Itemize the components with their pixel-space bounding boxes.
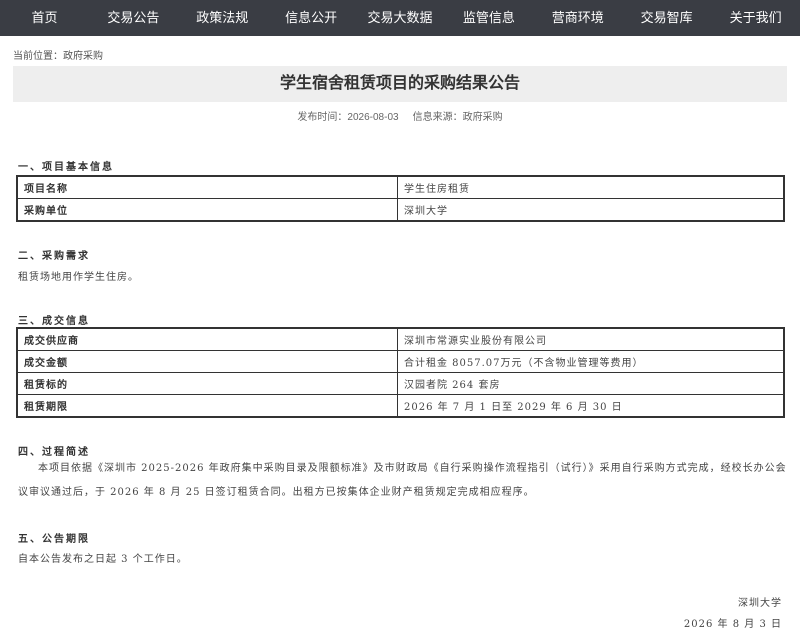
table-row: 租赁期限 2026 年 7 月 1 日至 2029 年 6 月 30 日 [17,394,784,417]
signature-org: 深圳大学 [738,598,782,609]
table-value: 汉园者院 264 套房 [397,372,784,395]
requirements-text: 租赁场地用作学生住房。 [18,272,139,283]
breadcrumb: 当前位置：政府采购 [13,47,103,62]
table-key: 租赁标的 [17,372,398,395]
nav-item-think-tank[interactable]: 交易智库 [622,0,711,36]
breadcrumb-current-link[interactable]: 政府采购 [63,51,103,62]
table-row: 成交金额 合计租金 8057.07万元（不含物业管理等费用） [17,350,784,373]
source-value: 政府采购 [462,112,503,123]
basic-info-table: 项目名称 学生住房租赁 采购单位 深圳大学 [16,175,785,222]
section-heading-deal-info: 三、成交信息 [18,316,90,327]
table-value: 深圳市常源实业股份有限公司 [397,328,784,351]
top-nav: 首页 交易公告 政策法规 信息公开 交易大数据 监管信息 营商环境 交易智库 关… [0,0,800,36]
page-title: 学生宿舍租赁项目的采购结果公告 [13,66,787,102]
article-meta: 发布时间：2026-08-03 信息来源：政府采购 [0,108,800,123]
deal-info-table: 成交供应商 深圳市常源实业股份有限公司 成交金额 合计租金 8057.07万元（… [16,327,785,418]
publish-label: 发布时间： [297,112,348,123]
process-text-content: 本项目依据《深圳市 2025-2026 年政府集中采购目录及限额标准》及市财政局… [18,463,787,498]
publish-date: 2026-08-03 [347,112,399,123]
section-heading-basic-info: 一、项目基本信息 [18,162,114,173]
section-heading-requirements: 二、采购需求 [18,251,90,262]
nav-item-business-env[interactable]: 营商环境 [533,0,622,36]
breadcrumb-prefix: 当前位置： [13,51,63,62]
table-row: 项目名称 学生住房租赁 [17,176,784,199]
source-label: 信息来源： [412,112,463,123]
table-value: 深圳大学 [397,198,784,221]
table-key: 采购单位 [17,198,398,221]
nav-item-supervision[interactable]: 监管信息 [444,0,533,36]
section-heading-process: 四、过程简述 [18,447,90,458]
table-key: 租赁期限 [17,394,398,417]
table-row: 采购单位 深圳大学 [17,198,784,221]
table-value: 合计租金 8057.07万元（不含物业管理等费用） [397,350,784,373]
table-row: 成交供应商 深圳市常源实业股份有限公司 [17,328,784,351]
table-key: 成交金额 [17,350,398,373]
signature-date: 2026 年 8 月 3 日 [683,619,782,630]
nav-item-trade-notices[interactable]: 交易公告 [89,0,178,36]
section-heading-notice-period: 五、公告期限 [18,534,90,545]
nav-item-trade-data[interactable]: 交易大数据 [356,0,445,36]
nav-item-info-disclosure[interactable]: 信息公开 [267,0,356,36]
nav-item-policies[interactable]: 政策法规 [178,0,267,36]
table-row: 租赁标的 汉园者院 264 套房 [17,372,784,395]
table-value: 2026 年 7 月 1 日至 2029 年 6 月 30 日 [397,394,784,417]
nav-item-about[interactable]: 关于我们 [711,0,800,36]
table-value: 学生住房租赁 [397,176,784,199]
table-key: 成交供应商 [17,328,398,351]
notice-period-text: 自本公告发布之日起 3 个工作日。 [18,554,188,565]
process-text: 本项目依据《深圳市 2025-2026 年政府集中采购目录及限额标准》及市财政局… [18,457,788,505]
nav-item-home[interactable]: 首页 [0,0,89,36]
table-key: 项目名称 [17,176,398,199]
